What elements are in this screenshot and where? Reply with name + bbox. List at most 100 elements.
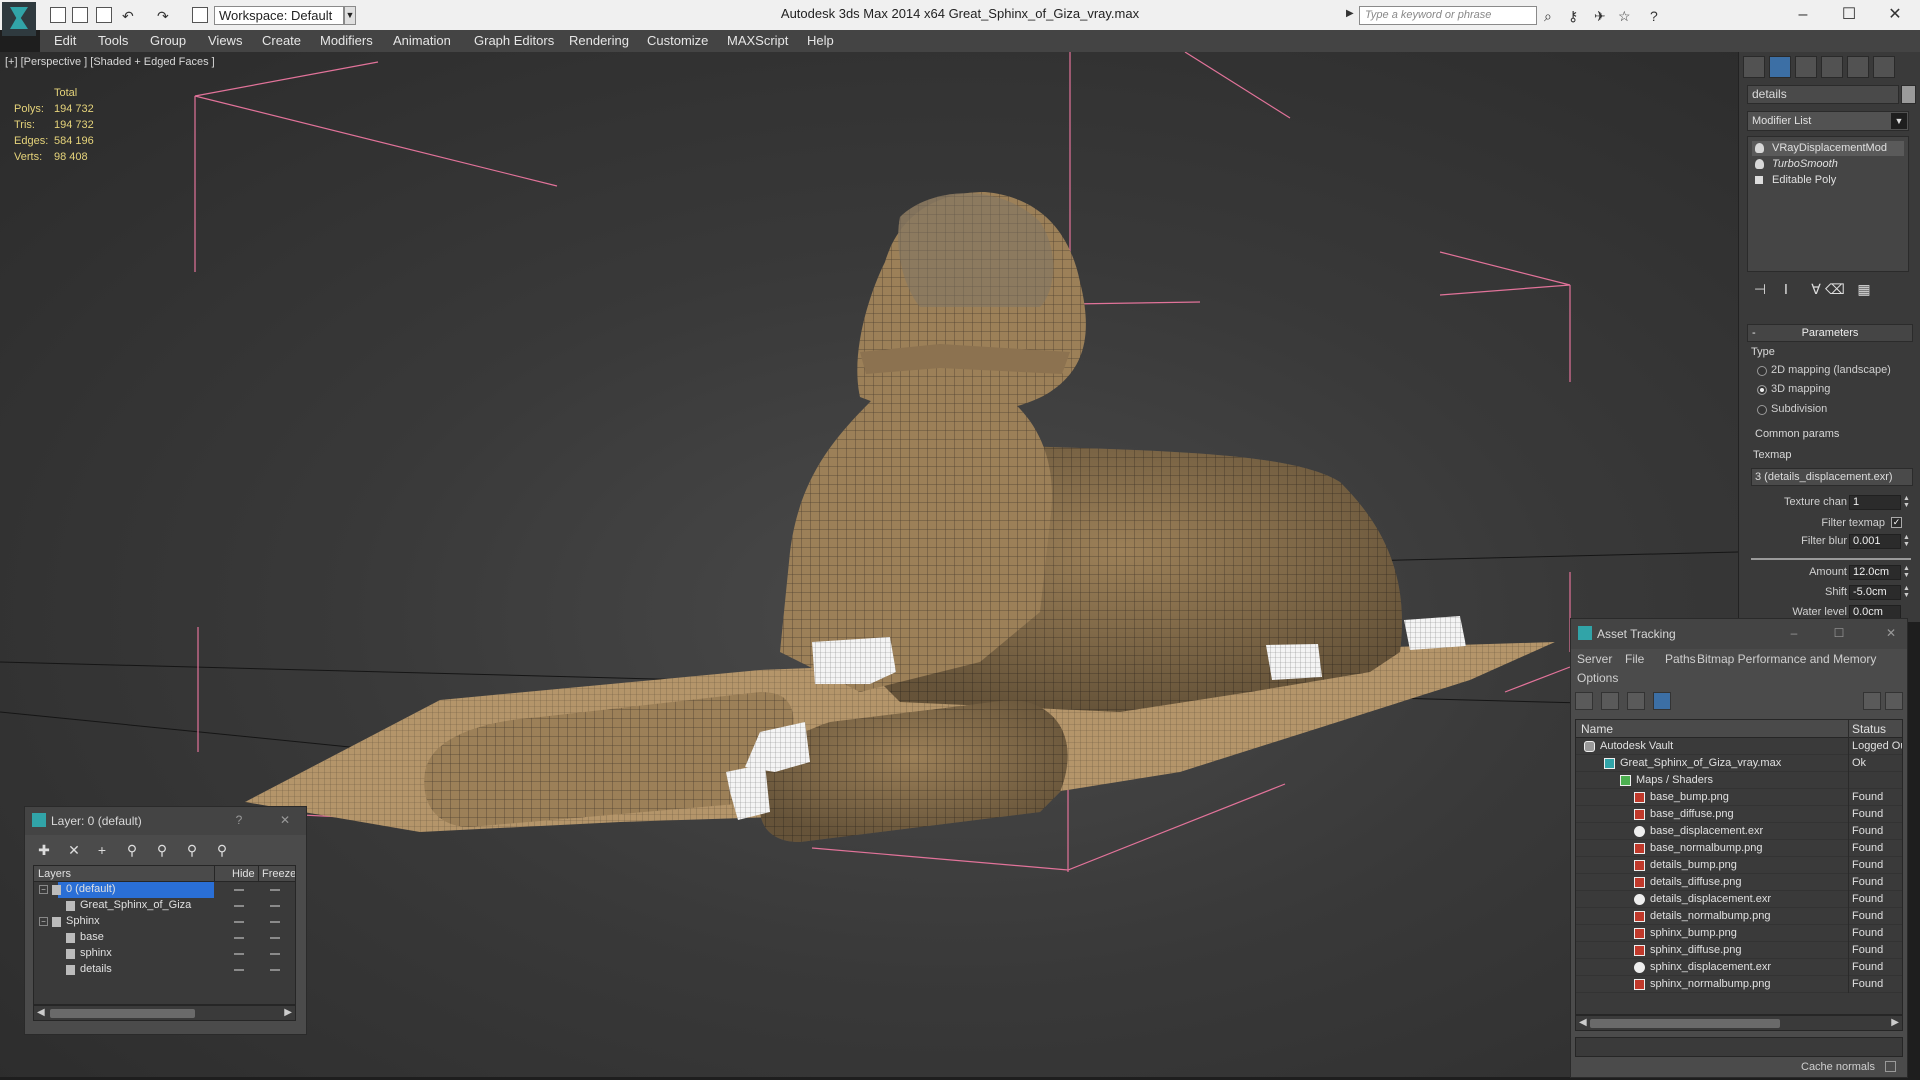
menu-rendering[interactable]: Rendering [569, 33, 629, 48]
freeze-toggle[interactable] [270, 889, 280, 891]
layer-row[interactable]: details [34, 962, 295, 978]
utilities-tab-icon[interactable] [1873, 56, 1895, 78]
display-tab-icon[interactable] [1847, 56, 1869, 78]
spinner-icon[interactable]: ▲ ▼ [1903, 495, 1910, 509]
column-status[interactable]: Status [1852, 722, 1886, 736]
menu-paths[interactable]: Paths [1665, 652, 1696, 666]
detail-block-1[interactable] [812, 637, 896, 684]
modifier-list-dropdown[interactable]: Modifier List ▼ [1747, 111, 1909, 131]
light-bulb-icon[interactable] [1755, 159, 1764, 169]
object-name-field[interactable]: details [1747, 85, 1899, 104]
select-objects-icon[interactable]: ⚲ [121, 839, 143, 861]
spinner-icon[interactable]: ▲ ▼ [1903, 565, 1910, 579]
menu-group[interactable]: Group [150, 33, 186, 48]
asset-row[interactable]: sphinx_diffuse.png Found [1576, 942, 1902, 959]
layer-row[interactable]: Great_Sphinx_of_Giza [34, 898, 295, 914]
column-name[interactable]: Name [1581, 722, 1613, 736]
column-layers[interactable]: Layers [38, 868, 71, 880]
freeze-toggle[interactable] [270, 921, 280, 923]
layer-row[interactable]: base [34, 930, 295, 946]
hide-toggle[interactable] [234, 889, 244, 891]
detail-block-5[interactable] [1404, 616, 1466, 650]
hide-toggle[interactable] [234, 937, 244, 939]
freeze-toggle[interactable] [270, 953, 280, 955]
column-hide[interactable]: Hide [232, 868, 255, 880]
configure-sets-icon[interactable]: ▦ [1855, 280, 1873, 298]
settings-icon[interactable] [1885, 692, 1903, 710]
new-layer-icon[interactable]: ✚ [33, 839, 55, 861]
modify-tab-icon[interactable] [1769, 56, 1791, 78]
menu-edit[interactable]: Edit [54, 33, 76, 48]
object-color-swatch[interactable] [1901, 85, 1916, 104]
menu-graph-editors[interactable]: Graph Editors [474, 33, 554, 48]
highlight-layer-icon[interactable]: ⚲ [151, 839, 173, 861]
menu-file[interactable]: File [1625, 652, 1644, 666]
menu-maxscript[interactable]: MAXScript [727, 33, 788, 48]
light-bulb-icon[interactable] [1755, 143, 1764, 153]
pin-stack-icon[interactable]: ⊣ [1751, 280, 1769, 298]
column-freeze[interactable]: Freeze [262, 868, 295, 880]
freeze-toggle[interactable] [270, 937, 280, 939]
amount-field[interactable]: 12.0cm [1849, 565, 1901, 580]
hide-toggle[interactable] [234, 953, 244, 955]
horizontal-scrollbar[interactable]: ◀ ▶ [1575, 1015, 1903, 1031]
detail-block-4[interactable] [1266, 644, 1322, 680]
minimize-button[interactable]: – [1780, 3, 1826, 27]
help-icon[interactable] [1863, 692, 1881, 710]
texmap-button[interactable]: 3 (details_displacement.exr) [1751, 468, 1913, 486]
make-unique-icon[interactable]: ∀ [1807, 280, 1825, 298]
parameters-rollout-header[interactable]: - Parameters [1747, 324, 1913, 342]
hide-toggle[interactable] [234, 969, 244, 971]
remove-modifier-icon[interactable]: ⌫ [1825, 280, 1845, 298]
cache-normals-checkbox[interactable] [1885, 1061, 1896, 1072]
hierarchy-tab-icon[interactable] [1795, 56, 1817, 78]
motion-tab-icon[interactable] [1821, 56, 1843, 78]
collapse-icon[interactable]: − [39, 917, 48, 926]
shift-field[interactable]: -5.0cm [1849, 585, 1901, 600]
close-button[interactable]: ✕ [277, 813, 293, 827]
menu-modifiers[interactable]: Modifiers [320, 33, 373, 48]
menu-tools[interactable]: Tools [98, 33, 128, 48]
menu-animation[interactable]: Animation [393, 33, 451, 48]
layer-window-titlebar[interactable]: Layer: 0 (default) ? ✕ [25, 807, 306, 835]
layer-row[interactable]: − 0 (default) [34, 882, 295, 898]
menu-views[interactable]: Views [208, 33, 242, 48]
asset-row[interactable]: Maps / Shaders [1576, 772, 1902, 789]
maximize-button[interactable]: ☐ [1826, 3, 1872, 27]
add-to-layer-icon[interactable]: + [91, 839, 113, 861]
favorites-star-icon[interactable]: ☆ [1618, 8, 1631, 25]
menu-help[interactable]: Help [807, 33, 834, 48]
path-field[interactable] [1575, 1037, 1903, 1057]
show-end-result-icon[interactable]: Ⅰ [1777, 280, 1795, 298]
asset-tracking-titlebar[interactable]: Asset Tracking – ☐ ✕ [1571, 619, 1907, 649]
refresh-icon[interactable] [1575, 692, 1593, 710]
stack-item-editable-poly[interactable]: Editable Poly [1752, 173, 1904, 188]
asset-row[interactable]: details_displacement.exr Found [1576, 891, 1902, 908]
horizontal-scrollbar[interactable]: ◀ ▶ [33, 1005, 296, 1021]
filter-texmap-checkbox[interactable]: ✓ [1891, 517, 1902, 528]
collapse-icon[interactable]: − [39, 885, 48, 894]
communication-icon[interactable]: ✈ [1594, 8, 1606, 25]
asset-row[interactable]: base_bump.png Found [1576, 789, 1902, 806]
menu-bitmap-performance[interactable]: Bitmap Performance and Memory [1697, 652, 1876, 666]
viewport-label[interactable]: [+] [Perspective ] [Shaded + Edged Faces… [5, 56, 215, 68]
radio-subdivision[interactable]: Subdivision [1757, 403, 1827, 415]
stack-item-turbosmooth[interactable]: TurboSmooth [1752, 157, 1904, 172]
search-input[interactable]: Type a keyword or phrase [1359, 6, 1537, 25]
asset-row[interactable]: base_normalbump.png Found [1576, 840, 1902, 857]
asset-row[interactable]: Great_Sphinx_of_Giza_vray.max Ok [1576, 755, 1902, 772]
search-expand-icon[interactable]: ▶ [1346, 8, 1354, 19]
asset-row[interactable]: sphinx_bump.png Found [1576, 925, 1902, 942]
minimize-button[interactable]: – [1786, 626, 1802, 640]
chevron-down-icon[interactable]: ▼ [1891, 113, 1907, 129]
hide-toggle[interactable] [234, 905, 244, 907]
close-button[interactable]: ✕ [1872, 3, 1918, 27]
delete-layer-icon[interactable]: ✕ [63, 839, 85, 861]
freeze-toggle[interactable] [270, 969, 280, 971]
maximize-button[interactable]: ☐ [1831, 626, 1847, 640]
help-icon[interactable]: ? [1650, 8, 1658, 24]
close-button[interactable]: ✕ [1883, 626, 1899, 640]
create-tab-icon[interactable] [1743, 56, 1765, 78]
asset-row[interactable]: details_normalbump.png Found [1576, 908, 1902, 925]
spinner-icon[interactable]: ▲ ▼ [1903, 585, 1910, 599]
